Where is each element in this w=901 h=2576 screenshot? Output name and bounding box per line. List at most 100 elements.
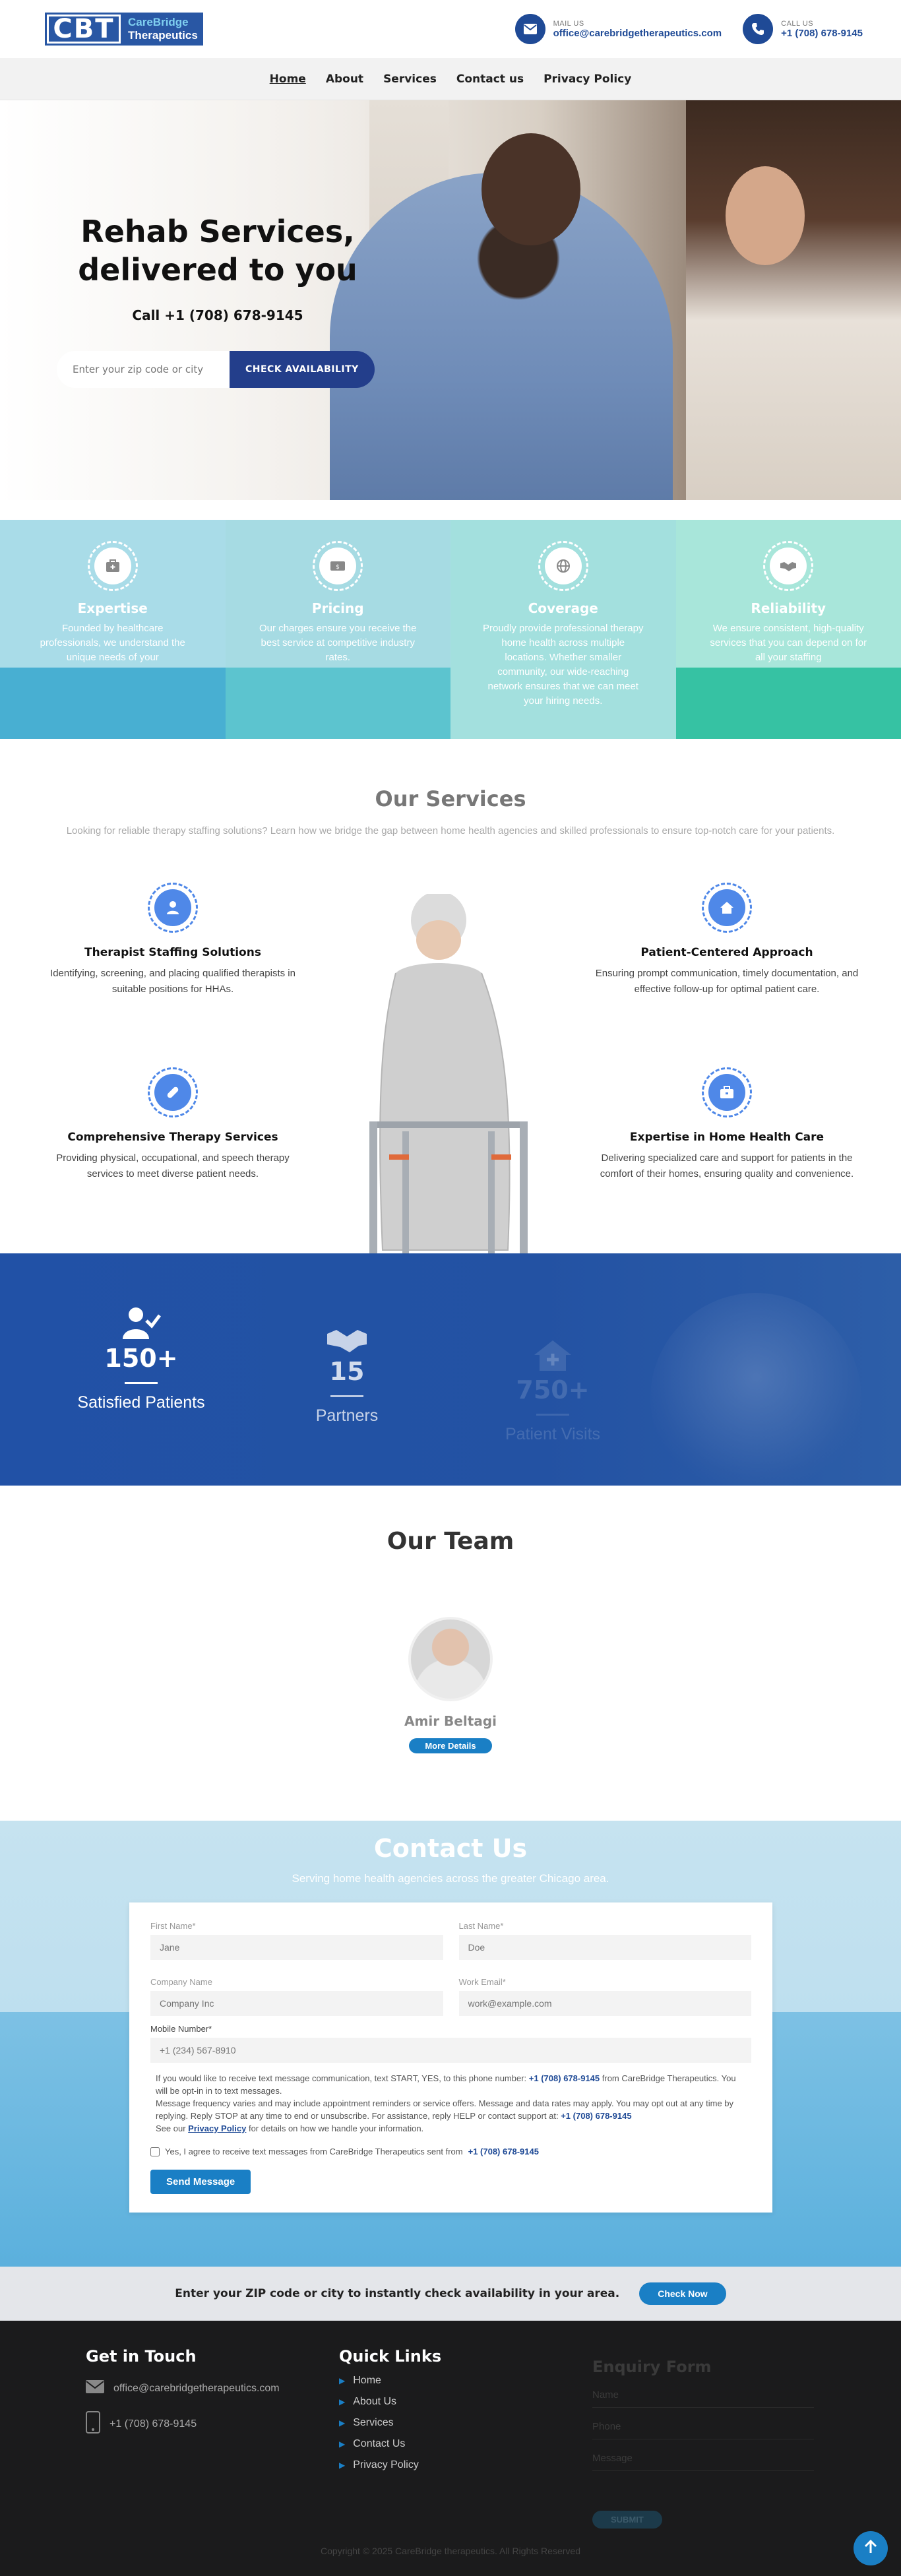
brand-line2: Therapeutics bbox=[128, 29, 198, 42]
service-title: Therapist Staffing Solutions bbox=[41, 946, 305, 959]
globe-icon bbox=[545, 548, 582, 584]
service-text: Identifying, screening, and placing qual… bbox=[41, 966, 305, 997]
feature-title: Reliability bbox=[676, 600, 901, 616]
service-title: Patient-Centered Approach bbox=[595, 946, 859, 959]
brand-line1: CareBridge bbox=[128, 16, 198, 29]
enquiry-phone-field[interactable]: Phone bbox=[592, 2421, 814, 2432]
team-title: Our Team bbox=[0, 1528, 901, 1555]
team-member-avatar[interactable] bbox=[408, 1617, 493, 1701]
house-medical-icon bbox=[460, 1339, 645, 1375]
feature-lower-band bbox=[676, 668, 901, 739]
nav-about[interactable]: About bbox=[326, 73, 363, 86]
footer-enquiry-form: Enquiry Form Name Phone Message SUBMIT bbox=[592, 2358, 814, 2529]
send-message-button[interactable]: Send Message bbox=[150, 2170, 251, 2194]
service-title: Comprehensive Therapy Services bbox=[41, 1131, 305, 1144]
privacy-policy-link[interactable]: Privacy Policy bbox=[188, 2123, 246, 2133]
service-text: Providing physical, occupational, and sp… bbox=[41, 1150, 305, 1182]
service-item: Patient-Centered Approach Ensuring promp… bbox=[595, 883, 859, 997]
hero-banner: Rehab Services, delivered to you Call +1… bbox=[0, 100, 901, 500]
feature-title: Coverage bbox=[450, 600, 676, 616]
hero-title-line1: Rehab Services, bbox=[80, 214, 354, 249]
services-title: Our Services bbox=[0, 786, 901, 811]
check-availability-button[interactable]: CHECK AVAILABILITY bbox=[230, 351, 375, 388]
feature-title: Pricing bbox=[226, 600, 451, 616]
footer-get-in-touch: Get in Touch office@carebridgetherapeuti… bbox=[86, 2347, 280, 2437]
footer-link-about[interactable]: About Us bbox=[339, 2396, 441, 2408]
feature-title: Expertise bbox=[0, 600, 226, 616]
user-check-icon bbox=[49, 1306, 233, 1344]
footer-email[interactable]: office@carebridgetherapeutics.com bbox=[86, 2380, 280, 2397]
enquiry-message-field[interactable]: Message bbox=[592, 2453, 814, 2464]
stats-section: 150+ Satisfied Patients 15 Partners 750+… bbox=[0, 1253, 901, 1486]
first-name-field[interactable] bbox=[150, 1935, 443, 1960]
home-icon bbox=[708, 889, 745, 926]
enquiry-name-field[interactable]: Name bbox=[592, 2389, 814, 2401]
sms-consent[interactable]: Yes, I agree to receive text messages fr… bbox=[150, 2147, 751, 2156]
mail-contact[interactable]: MAIL US office@carebridgetherapeutics.co… bbox=[515, 14, 722, 44]
nav-contact[interactable]: Contact us bbox=[456, 73, 524, 86]
stat-partners: 15 Partners bbox=[255, 1327, 439, 1426]
enquiry-submit-button[interactable]: SUBMIT bbox=[592, 2511, 662, 2529]
service-text: Ensuring prompt communication, timely do… bbox=[595, 966, 859, 997]
elderly-woman-walker-image bbox=[343, 894, 558, 1253]
check-now-button[interactable]: Check Now bbox=[639, 2282, 726, 2305]
copyright: Copyright © 2025 CareBridge therapeutics… bbox=[0, 2546, 901, 2556]
nav-privacy[interactable]: Privacy Policy bbox=[544, 73, 631, 86]
mobile-field[interactable] bbox=[150, 2038, 751, 2063]
sms-disclosure: If you would like to receive text messag… bbox=[150, 2072, 751, 2135]
nav-services[interactable]: Services bbox=[383, 73, 437, 86]
top-bar: CBT CareBridge Therapeutics MAIL US offi… bbox=[0, 0, 901, 58]
more-details-button[interactable]: More Details bbox=[409, 1738, 491, 1753]
footer-link-home[interactable]: Home bbox=[339, 2375, 441, 2387]
mobile-phone-icon bbox=[86, 2411, 100, 2437]
feature-text: We ensure consistent, high-quality servi… bbox=[706, 621, 871, 665]
zip-cta-text: Enter your ZIP code or city to instantly… bbox=[175, 2287, 619, 2300]
scroll-to-top-button[interactable] bbox=[854, 2531, 888, 2565]
stat-label: Partners bbox=[255, 1406, 439, 1426]
footer-get-in-touch-title: Get in Touch bbox=[86, 2347, 280, 2366]
hero-search: CHECK AVAILABILITY bbox=[57, 351, 375, 388]
service-item: Expertise in Home Health Care Delivering… bbox=[595, 1067, 859, 1182]
call-label: CALL US bbox=[781, 20, 863, 28]
call-value[interactable]: +1 (708) 678-9145 bbox=[781, 28, 863, 39]
email-field[interactable] bbox=[459, 1991, 752, 2016]
stats-background-image bbox=[650, 1293, 861, 1486]
zip-search-input[interactable] bbox=[57, 351, 230, 388]
logo-mark: CBT bbox=[45, 13, 123, 46]
sms-consent-checkbox[interactable] bbox=[150, 2147, 160, 2156]
team-member-name: Amir Beltagi bbox=[0, 1713, 901, 1729]
hero-title-line2: delivered to you bbox=[78, 252, 357, 288]
nav-home[interactable]: Home bbox=[270, 73, 306, 86]
call-contact[interactable]: CALL US +1 (708) 678-9145 bbox=[743, 14, 863, 44]
email-label: Work Email* bbox=[459, 1977, 752, 1987]
company-field[interactable] bbox=[150, 1991, 443, 2016]
page: CBT CareBridge Therapeutics MAIL US offi… bbox=[0, 0, 901, 2576]
footer-phone[interactable]: +1 (708) 678-9145 bbox=[86, 2411, 280, 2437]
features-strip: Expertise Founded by healthcare professi… bbox=[0, 520, 901, 739]
envelope-icon bbox=[86, 2380, 104, 2397]
footer-link-privacy[interactable]: Privacy Policy bbox=[339, 2459, 441, 2471]
stat-patient-visits: 750+ Patient Visits bbox=[460, 1339, 645, 1444]
hero-caregiver-image bbox=[686, 100, 901, 500]
logo[interactable]: CBT CareBridge Therapeutics bbox=[45, 13, 203, 46]
user-icon bbox=[154, 889, 191, 926]
feature-coverage: Coverage Proudly provide professional th… bbox=[450, 520, 676, 739]
logo-text: CareBridge Therapeutics bbox=[123, 13, 203, 46]
team-section: Our Team Amir Beltagi More Details bbox=[0, 1486, 901, 1821]
mobile-label: Mobile Number* bbox=[150, 2024, 751, 2034]
footer-link-contact[interactable]: Contact Us bbox=[339, 2438, 441, 2450]
stat-value: 15 bbox=[255, 1357, 439, 1386]
zip-cta-band: Enter your ZIP code or city to instantly… bbox=[0, 2267, 901, 2321]
hero-title: Rehab Services, delivered to you bbox=[73, 212, 363, 289]
hero-patient-image bbox=[330, 173, 673, 500]
sms-consent-text: Yes, I agree to receive text messages fr… bbox=[165, 2147, 463, 2156]
feature-pricing: $ Pricing Our charges ensure you receive… bbox=[226, 520, 451, 739]
stat-satisfied-patients: 150+ Satisfied Patients bbox=[49, 1306, 233, 1412]
footer-link-services[interactable]: Services bbox=[339, 2417, 441, 2429]
footer-quick-links-title: Quick Links bbox=[339, 2347, 441, 2366]
last-name-field[interactable] bbox=[459, 1935, 752, 1960]
hero-call[interactable]: Call +1 (708) 678-9145 bbox=[73, 307, 363, 323]
mail-value[interactable]: office@carebridgetherapeutics.com bbox=[553, 28, 722, 39]
service-title: Expertise in Home Health Care bbox=[595, 1131, 859, 1144]
feature-lower-band bbox=[226, 668, 451, 739]
